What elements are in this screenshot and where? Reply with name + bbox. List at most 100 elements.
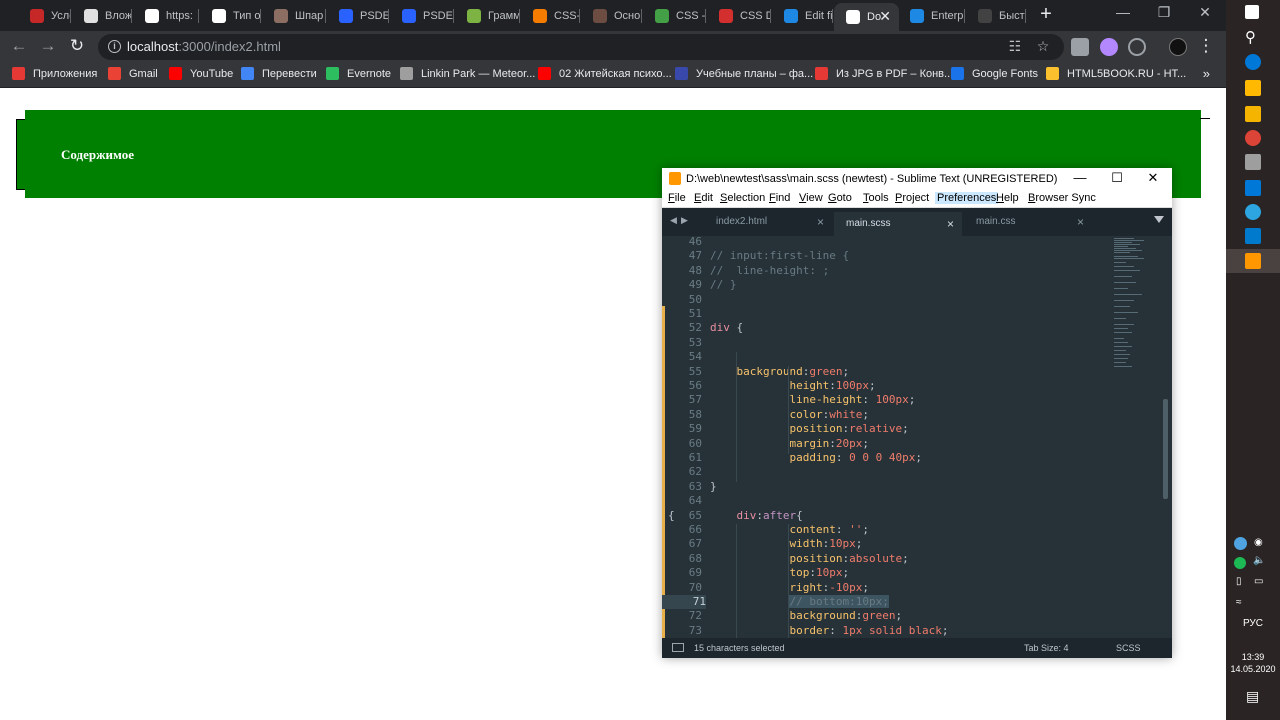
code-line[interactable]: padding: 0 0 0 40px; (710, 451, 921, 464)
search-icon[interactable]: ⚲ (1245, 28, 1261, 46)
browser-tab[interactable]: PSDET (390, 3, 454, 28)
photos-icon[interactable] (1245, 154, 1261, 170)
editor-scrollbar[interactable] (1163, 399, 1168, 499)
code-line[interactable]: // input:first-line { (710, 249, 849, 262)
code-line[interactable]: background:green; (710, 609, 902, 622)
code-line[interactable]: top:10px; (710, 566, 849, 579)
code-line[interactable]: position:relative; (710, 422, 908, 435)
browser-tab[interactable]: Шпар (262, 3, 326, 28)
bookmark-item[interactable]: 02 Житейская психо... (538, 67, 672, 80)
bookmark-item[interactable]: Из JPG в PDF – Конв... (815, 67, 953, 80)
syntax-status[interactable]: SCSS (1116, 643, 1141, 653)
code-line[interactable]: // } (710, 278, 737, 291)
bookmark-star-icon[interactable]: ☆ (1035, 39, 1051, 55)
editor-tab[interactable]: main.css × (964, 212, 1092, 236)
new-tab-button[interactable]: + (1036, 3, 1056, 27)
volume-icon[interactable]: 🔈 (1253, 555, 1265, 566)
minimize-icon[interactable]: — (1108, 4, 1138, 20)
menu-item-edit[interactable]: Edit (694, 192, 713, 204)
site-info-icon[interactable]: i (108, 40, 121, 53)
sublime-taskbar-icon[interactable] (1245, 253, 1261, 269)
browser-tab[interactable]: CSS - (643, 3, 706, 28)
browser-tab[interactable]: PSDET (327, 3, 389, 28)
sublime-close-icon[interactable]: ✕ (1138, 170, 1168, 186)
code-line[interactable]: height:100px; (710, 379, 875, 392)
extension-circle-icon[interactable] (1128, 38, 1146, 56)
menu-item-selection[interactable]: Selection (720, 192, 765, 204)
bookmark-item[interactable]: HTML5BOOK.RU - HT... (1046, 67, 1186, 80)
code-line[interactable]: line-height: 100px; (710, 393, 915, 406)
explorer-icon[interactable] (1245, 106, 1261, 122)
browser-tab[interactable]: Вложе (72, 3, 132, 28)
code-line[interactable]: div { (710, 321, 743, 334)
browser-tab[interactable]: Тип о (200, 3, 261, 28)
bookmark-item[interactable]: Приложения (12, 67, 97, 80)
browser-tab[interactable]: CSS D (707, 3, 771, 28)
browser-menu-icon[interactable]: ⋮ (1196, 37, 1216, 57)
tab-size-status[interactable]: Tab Size: 4 (1024, 643, 1069, 653)
fold-marker-icon[interactable]: { (668, 509, 675, 522)
usb-icon[interactable]: ▯ (1236, 576, 1242, 587)
battery-icon[interactable]: ▭ (1254, 576, 1263, 587)
wifi-icon[interactable]: ≈ (1236, 597, 1242, 608)
browser-tab[interactable]: Грамм (455, 3, 520, 28)
store-icon[interactable] (1245, 80, 1261, 96)
code-line[interactable]: width:10px; (710, 537, 862, 550)
code-editor[interactable]: 46 47 // input:first-line {48 // line-heigh… (662, 235, 1172, 654)
menu-item-file[interactable]: File (668, 192, 686, 204)
editor-tab[interactable]: index2.html × (704, 212, 832, 236)
bookmark-item[interactable]: Перевести (241, 67, 317, 80)
code-line[interactable]: background:green; (710, 365, 850, 378)
language-indicator[interactable]: РУС (1226, 618, 1280, 629)
sublime-minimize-icon[interactable]: — (1065, 170, 1095, 185)
browser-tab[interactable]: Услов (18, 3, 71, 28)
profile-avatar[interactable] (1169, 38, 1187, 56)
extension-icon[interactable] (1071, 38, 1089, 56)
code-line[interactable]: margin:20px; (710, 437, 869, 450)
menu-item-tools[interactable]: Tools (863, 192, 889, 204)
bookmark-item[interactable]: Evernote (326, 67, 391, 80)
code-line[interactable]: // line-height: ; (710, 264, 829, 277)
code-line[interactable]: right:-10px; (710, 581, 869, 594)
code-line[interactable]: color:white; (710, 408, 869, 421)
translate-icon[interactable]: ☷ (1007, 39, 1023, 55)
reload-icon[interactable]: ↻ (67, 37, 87, 57)
editor-tab-close-icon[interactable]: × (817, 212, 824, 232)
code-line[interactable]: position:absolute; (710, 552, 908, 565)
bookmark-item[interactable]: Linkin Park — Meteor... (400, 67, 535, 80)
notifications-icon[interactable]: ▤ (1246, 688, 1259, 705)
mail-icon[interactable] (1245, 180, 1261, 196)
browser-tab[interactable]: Основ (581, 3, 642, 28)
code-line[interactable]: } (710, 480, 717, 493)
forward-icon[interactable]: → (38, 37, 58, 57)
code-line[interactable]: content: ''; (710, 523, 868, 536)
tray-network-icon[interactable] (1234, 537, 1247, 550)
browser-tab[interactable]: CSS-U (521, 3, 580, 28)
minimap[interactable] (1114, 236, 1156, 638)
editor-tab-close-icon[interactable]: × (947, 214, 954, 234)
tab-nav-right-icon[interactable]: ▶ (681, 215, 688, 226)
bookmark-item[interactable]: Учебные планы – фа... (675, 67, 813, 80)
url-text[interactable]: localhost:3000/index2.html (127, 39, 281, 54)
back-icon[interactable]: ← (9, 37, 29, 57)
menu-item-help[interactable]: Help (996, 192, 1019, 204)
menu-item-project[interactable]: Project (895, 192, 929, 204)
extension-pen-icon[interactable] (1100, 38, 1118, 56)
telegram-icon[interactable] (1245, 204, 1261, 220)
bookmark-item[interactable]: Google Fonts (951, 67, 1038, 80)
vscode-icon[interactable] (1245, 228, 1261, 244)
menu-item-preferences[interactable]: Preferences (935, 192, 999, 204)
bookmarks-more-icon[interactable]: » (1203, 66, 1210, 81)
maximize-icon[interactable]: ❐ (1149, 4, 1179, 21)
browser-tab[interactable]: Do ✕ (834, 3, 899, 31)
windows-start-icon[interactable] (1245, 5, 1259, 19)
code-line[interactable]: div:after{ (710, 509, 803, 522)
edge-icon[interactable] (1245, 54, 1261, 70)
close-icon[interactable]: ✕ (1190, 4, 1220, 21)
chrome-icon[interactable] (1245, 130, 1261, 146)
tab-dropdown-icon[interactable] (1154, 216, 1164, 223)
bookmark-item[interactable]: YouTube (169, 67, 233, 80)
editor-tab-close-icon[interactable]: × (1077, 212, 1084, 232)
browser-tab[interactable]: Edit fi (772, 3, 833, 28)
tray-eye-icon[interactable]: ◉ (1254, 537, 1263, 548)
